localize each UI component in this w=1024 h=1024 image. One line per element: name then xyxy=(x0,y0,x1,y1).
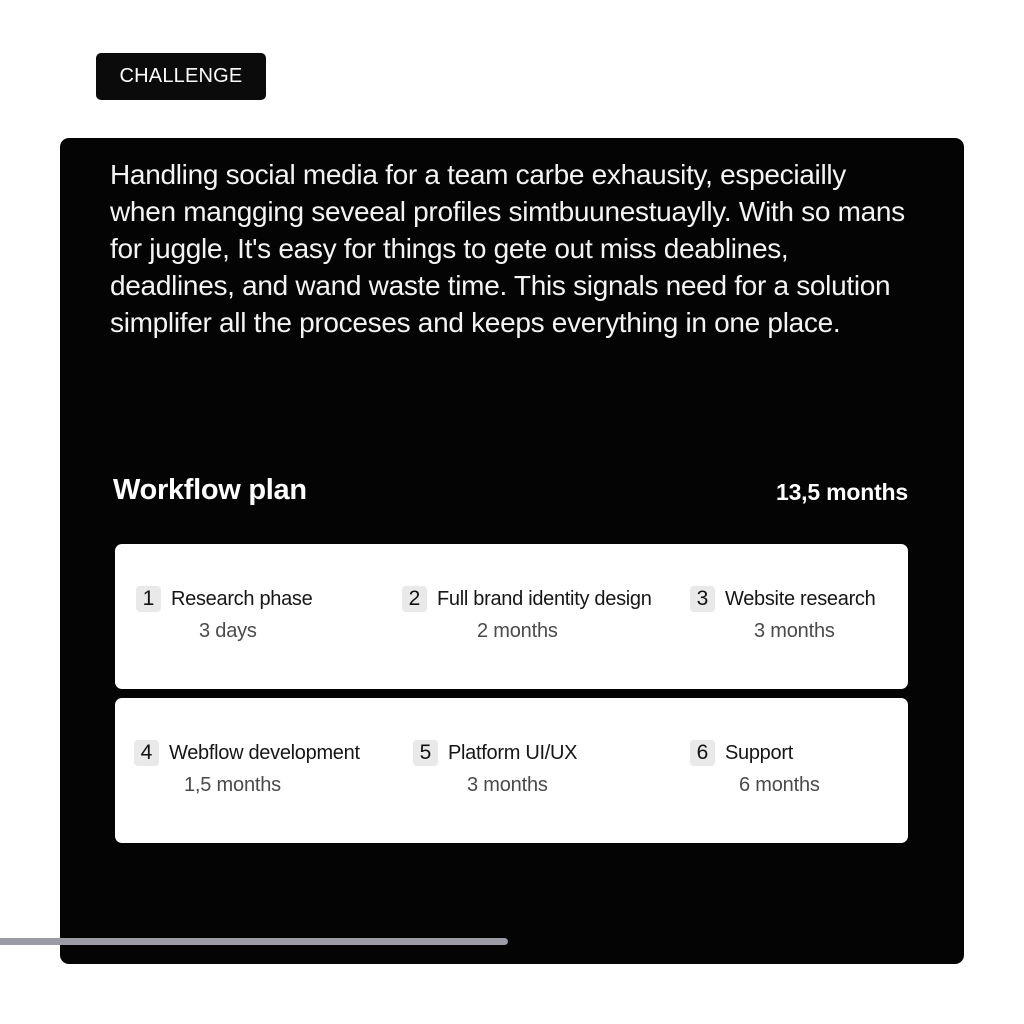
phase-number-badge: 2 xyxy=(402,586,427,612)
phase-item: 5 Platform UI/UX 3 months xyxy=(413,740,577,797)
phase-item: 1 Research phase 3 days xyxy=(136,586,313,643)
phase-duration: 3 months xyxy=(754,620,835,642)
phase-duration: 1,5 months xyxy=(184,774,281,796)
phase-name: Full brand identity design xyxy=(437,587,652,610)
phase-number-badge: 6 xyxy=(690,740,715,766)
challenge-description: Handling social media for a team carbe e… xyxy=(110,159,905,338)
phase-name: Research phase xyxy=(171,587,313,610)
challenge-tag: CHALLENGE xyxy=(96,53,266,100)
phase-item: 3 Website research 3 months xyxy=(690,586,876,643)
phase-name: Platform UI/UX xyxy=(448,741,578,764)
phase-duration: 6 months xyxy=(739,774,820,796)
phase-item: 2 Full brand identity design 2 months xyxy=(402,586,652,643)
phase-item: 4 Webflow development 1,5 months xyxy=(134,740,360,797)
phase-duration: 3 months xyxy=(467,774,548,796)
phase-item: 6 Support 6 months xyxy=(690,740,820,797)
phase-name: Webflow development xyxy=(169,741,360,764)
workflow-plan-total: 13,5 months xyxy=(775,479,908,505)
phase-number-badge: 3 xyxy=(690,586,715,612)
workflow-plan-title: Workflow plan xyxy=(113,474,307,506)
challenge-tag-label: CHALLENGE xyxy=(119,65,243,87)
scroll-progress-bar[interactable] xyxy=(0,938,508,945)
phase-number-badge: 4 xyxy=(134,740,159,766)
phase-card: 4 Webflow development 1,5 months 5 Platf… xyxy=(115,698,908,843)
phase-name: Support xyxy=(725,741,793,764)
page: CHALLENGE Handling social media for a te… xyxy=(0,0,1024,1024)
phase-name: Website research xyxy=(725,587,876,610)
phase-number-badge: 1 xyxy=(136,586,161,612)
phase-number-badge: 5 xyxy=(413,740,438,766)
challenge-panel: Handling social media for a team carbe e… xyxy=(60,138,964,964)
phase-card: 1 Research phase 3 days 2 Full brand ide… xyxy=(115,544,908,689)
phase-duration: 2 months xyxy=(477,620,558,642)
phase-duration: 3 days xyxy=(199,620,257,642)
